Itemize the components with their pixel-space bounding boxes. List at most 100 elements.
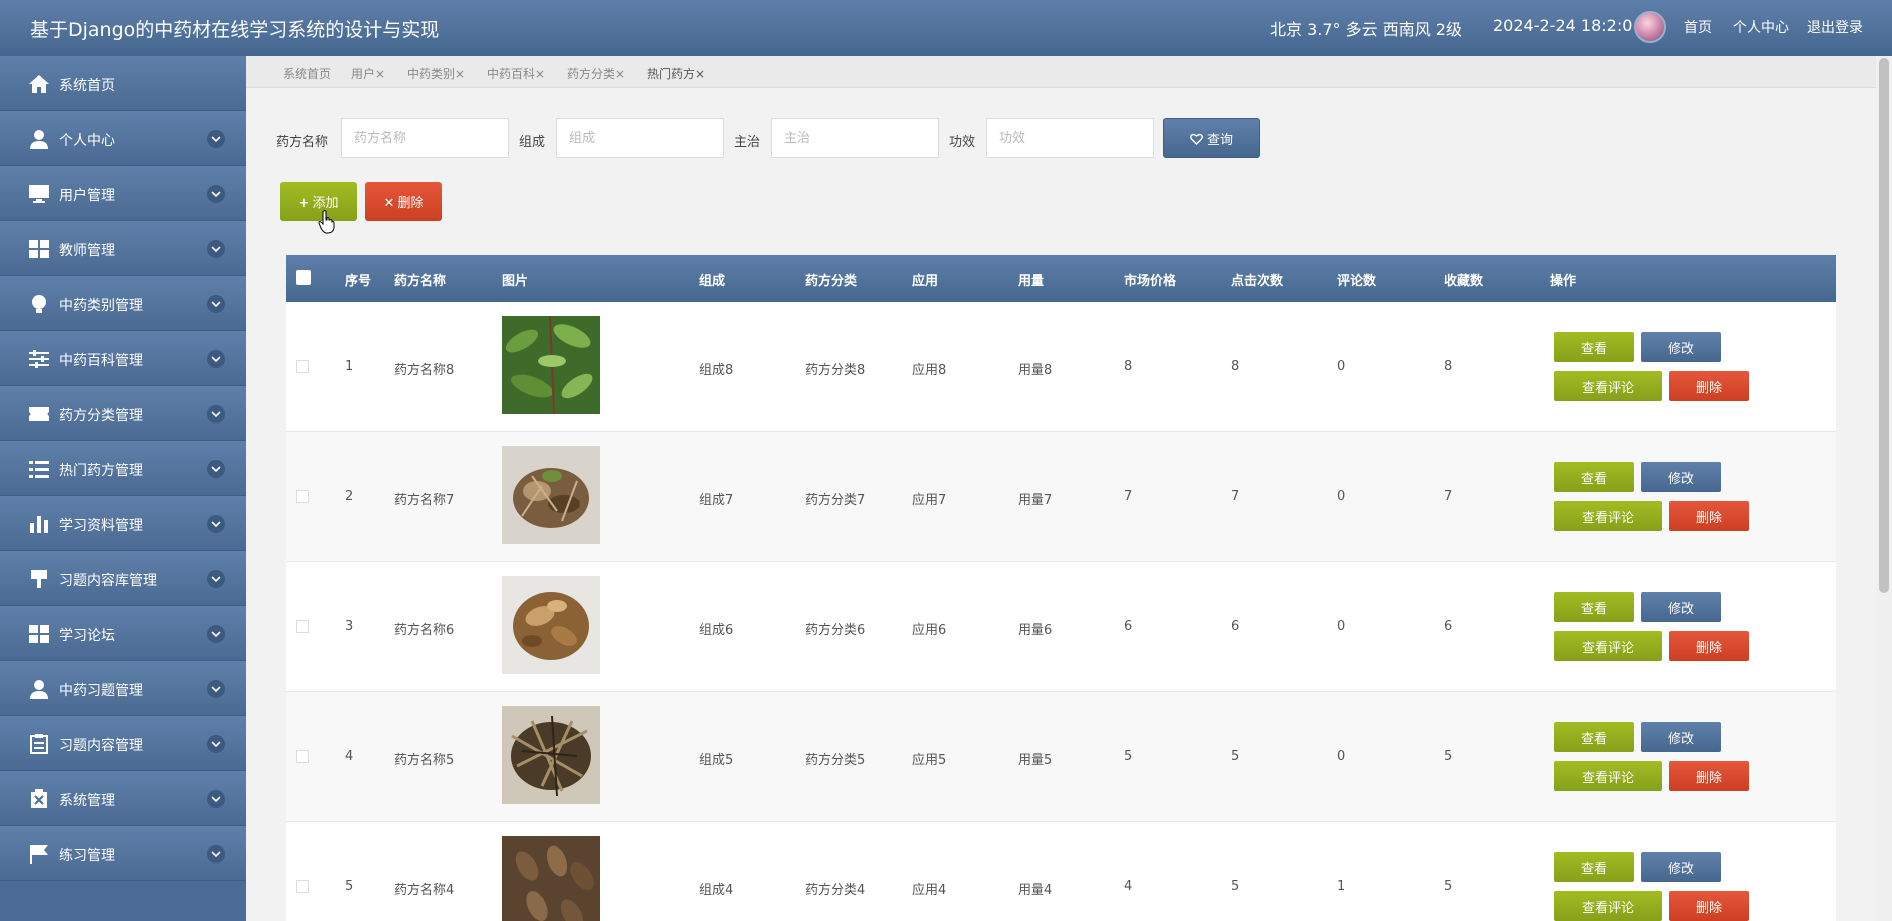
tab-recipe-category[interactable]: 药方分类× xyxy=(567,65,625,82)
tab-home[interactable]: 系统首页 xyxy=(283,65,331,82)
sidebar-item-home[interactable]: 系统首页 xyxy=(0,56,246,111)
table-header: 序号 药方名称 图片 组成 药方分类 应用 用量 市场价格 点击次数 评论数 收… xyxy=(286,255,1836,302)
row-checkbox[interactable] xyxy=(296,490,309,503)
sidebar-item-forum[interactable]: 学习论坛 xyxy=(0,606,246,661)
cell-clicks: 6 xyxy=(1231,619,1240,634)
sidebar-item-label: 学习论坛 xyxy=(59,628,115,644)
avatar[interactable] xyxy=(1634,11,1666,43)
chevron-down-icon xyxy=(207,185,225,203)
cell-clicks: 8 xyxy=(1231,359,1240,374)
view-button[interactable]: 查看 xyxy=(1554,332,1634,362)
top-header: 基于Django的中药材在线学习系统的设计与实现 北京 3.7° 多云 西南风 … xyxy=(0,0,1892,56)
view-button[interactable]: 查看 xyxy=(1554,722,1634,752)
sidebar-item-label: 学习资料管理 xyxy=(59,518,143,534)
cell-clicks: 5 xyxy=(1231,749,1240,764)
view-comments-button[interactable]: 查看评论 xyxy=(1554,891,1662,921)
cell-compose: 组成7 xyxy=(699,493,734,508)
delete-button[interactable]: 删除 xyxy=(1669,501,1749,531)
row-checkbox[interactable] xyxy=(296,880,309,893)
cell-comments: 0 xyxy=(1337,359,1346,374)
row-checkbox[interactable] xyxy=(296,360,309,373)
sidebar-item-question-content[interactable]: 习题内容管理 xyxy=(0,716,246,771)
herb-thumbnail[interactable] xyxy=(502,576,600,674)
query-button[interactable]: 查询 xyxy=(1163,118,1260,158)
home-link[interactable]: 首页 xyxy=(1684,17,1712,37)
edit-button[interactable]: 修改 xyxy=(1641,332,1721,362)
compose-input[interactable] xyxy=(556,118,724,158)
profile-link[interactable]: 个人中心 xyxy=(1733,17,1789,37)
cell-price: 6 xyxy=(1124,619,1133,634)
cell-apply: 应用6 xyxy=(912,623,947,638)
herb-thumbnail[interactable] xyxy=(502,446,600,544)
sidebar-item-teachers[interactable]: 教师管理 xyxy=(0,221,246,276)
grid-icon xyxy=(29,625,49,643)
batch-delete-button[interactable]: ✕ 删除 xyxy=(365,182,442,221)
sidebar-item-profile[interactable]: 个人中心 xyxy=(0,111,246,166)
row-checkbox[interactable] xyxy=(296,620,309,633)
view-button[interactable]: 查看 xyxy=(1554,592,1634,622)
herb-thumbnail[interactable] xyxy=(502,836,600,921)
sidebar-item-study-materials[interactable]: 学习资料管理 xyxy=(0,496,246,551)
scrollbar-thumb[interactable] xyxy=(1879,58,1889,593)
sidebar-item-practice[interactable]: 练习管理 xyxy=(0,826,246,881)
chevron-down-icon xyxy=(207,130,225,148)
row-checkbox[interactable] xyxy=(296,750,309,763)
edit-button[interactable]: 修改 xyxy=(1641,592,1721,622)
cell-comments: 0 xyxy=(1337,489,1346,504)
view-comments-button[interactable]: 查看评论 xyxy=(1554,501,1662,531)
sidebar-item-hot-recipes[interactable]: 热门药方管理 xyxy=(0,441,246,496)
sidebar-item-herb-category[interactable]: 中药类别管理 xyxy=(0,276,246,331)
edit-button[interactable]: 修改 xyxy=(1641,462,1721,492)
sidebar-item-herb-encyclopedia[interactable]: 中药百科管理 xyxy=(0,331,246,386)
sidebar-item-label: 系统首页 xyxy=(59,78,115,94)
tab-herb-encyclopedia[interactable]: 中药百科× xyxy=(487,65,545,82)
view-comments-button[interactable]: 查看评论 xyxy=(1554,631,1662,661)
datetime: 2024-2-24 18:2:0 xyxy=(1493,16,1633,35)
col-apply: 应用 xyxy=(912,274,939,289)
user-icon xyxy=(30,680,48,699)
logout-link[interactable]: 退出登录 xyxy=(1807,17,1863,37)
query-button-label: 查询 xyxy=(1206,132,1233,148)
select-all-checkbox[interactable] xyxy=(296,270,311,285)
tab-hot-recipes[interactable]: 热门药方× xyxy=(647,65,705,82)
chevron-down-icon xyxy=(207,460,225,478)
cell-dose: 用量8 xyxy=(1018,363,1053,378)
sidebar-item-label: 中药百科管理 xyxy=(59,353,143,369)
view-button[interactable]: 查看 xyxy=(1554,462,1634,492)
sidebar-item-question-bank[interactable]: 习题内容库管理 xyxy=(0,551,246,606)
delete-button[interactable]: 删除 xyxy=(1669,371,1749,401)
delete-button[interactable]: 删除 xyxy=(1669,631,1749,661)
cell-name: 药方名称7 xyxy=(394,493,455,508)
cell-compose: 组成4 xyxy=(699,883,734,898)
efficacy-input[interactable] xyxy=(986,118,1154,158)
cell-apply: 应用8 xyxy=(912,363,947,378)
herb-thumbnail[interactable] xyxy=(502,706,600,804)
cell-price: 8 xyxy=(1124,359,1133,374)
indication-input[interactable] xyxy=(771,118,939,158)
col-image: 图片 xyxy=(502,274,529,289)
list-icon xyxy=(29,461,49,478)
sidebar-item-label: 教师管理 xyxy=(59,243,115,259)
view-comments-button[interactable]: 查看评论 xyxy=(1554,371,1662,401)
recipe-name-input[interactable] xyxy=(341,118,509,158)
sidebar-item-herb-exercises[interactable]: 中药习题管理 xyxy=(0,661,246,716)
delete-button[interactable]: 删除 xyxy=(1669,891,1749,921)
edit-button[interactable]: 修改 xyxy=(1641,722,1721,752)
tab-users[interactable]: 用户× xyxy=(351,65,385,82)
view-button[interactable]: 查看 xyxy=(1554,852,1634,882)
table-row: 1 药方名称8 组成8 药方分类8 应用8 用量8 8 8 0 8 查看 修改 … xyxy=(286,302,1836,432)
sidebar-item-recipe-category[interactable]: 药方分类管理 xyxy=(0,386,246,441)
cell-name: 药方名称4 xyxy=(394,883,455,898)
sidebar-item-system[interactable]: 系统管理 xyxy=(0,771,246,826)
heart-icon xyxy=(1190,133,1203,145)
herb-thumbnail[interactable] xyxy=(502,316,600,414)
cell-category: 药方分类5 xyxy=(805,753,866,768)
edit-button[interactable]: 修改 xyxy=(1641,852,1721,882)
add-button-label: 添加 xyxy=(312,196,339,211)
vertical-scrollbar[interactable] xyxy=(1876,56,1892,921)
view-comments-button[interactable]: 查看评论 xyxy=(1554,761,1662,791)
tab-herb-category[interactable]: 中药类别× xyxy=(407,65,465,82)
col-price: 市场价格 xyxy=(1124,274,1177,289)
delete-button[interactable]: 删除 xyxy=(1669,761,1749,791)
sidebar-item-users[interactable]: 用户管理 xyxy=(0,166,246,221)
